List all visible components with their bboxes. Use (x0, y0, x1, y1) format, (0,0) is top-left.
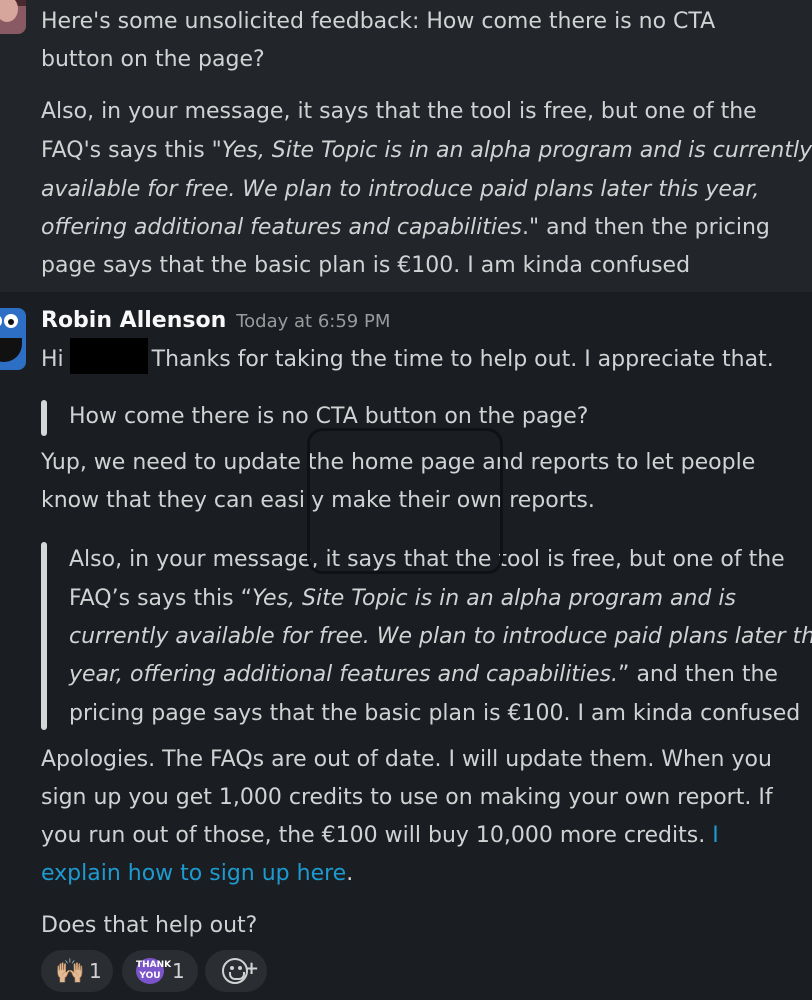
redaction-block (69, 338, 148, 374)
signup-link[interactable]: I (712, 823, 719, 848)
add-reaction-button[interactable]: + (205, 950, 267, 992)
message-text: Does that help out? (41, 913, 258, 938)
sender-avatar[interactable] (0, 308, 26, 370)
reaction-count: 1 (89, 959, 102, 983)
sender-name[interactable]: Robin Allenson (41, 308, 226, 333)
message-text: Here's some unsolicited feedback: How co… (41, 9, 716, 34)
greeting-rest: Thanks for taking the time to help out. … (151, 347, 774, 372)
text-italic: Yes, Site Topic is in an alpha program a… (221, 138, 812, 163)
text-plain: FAQ's says this " (41, 138, 222, 163)
message-text: Apologies. The FAQs are out of date. I w… (41, 747, 772, 772)
message-header: Robin Allenson Today at 6:59 PM (41, 302, 390, 338)
message-text: you run out of those, the €100 will buy … (41, 817, 719, 855)
quote-text: currently available for free. We plan to… (69, 618, 812, 656)
user-avatar[interactable] (0, 0, 26, 34)
text-plain: ” and then the (618, 662, 778, 687)
reaction-count: 1 (172, 959, 185, 983)
message-text: Also, in your message, it says that the … (41, 99, 757, 124)
quote-text: year, offering additional features and c… (69, 656, 778, 694)
add-reaction-icon: + (222, 958, 259, 984)
message-text: offering additional features and capabil… (41, 209, 770, 247)
message-text: Hi Thanks for taking the time to help out… (41, 338, 774, 379)
message-text: sign up you get 1,000 credits to use on … (41, 785, 773, 810)
message-text: available for free. We plan to introduce… (41, 171, 759, 209)
quote-bar (41, 400, 47, 436)
text-italic: year, offering additional features and c… (69, 662, 619, 687)
message-1: Here's some unsolicited feedback: How co… (0, 0, 812, 292)
message-text: button on the page? (41, 47, 265, 72)
message-text: page says that the basic plan is €100. I… (41, 253, 691, 278)
timestamp[interactable]: Today at 6:59 PM (236, 311, 390, 332)
text-italic: offering additional features and capabil… (41, 215, 522, 240)
quote-bar (41, 542, 47, 730)
message-text: explain how to sign up here. (41, 855, 353, 893)
text-plain: you run out of those, the €100 will buy … (41, 823, 706, 848)
quote-text: FAQ’s says this “Yes, Site Topic is in a… (69, 580, 736, 618)
avatar-mouth (0, 338, 22, 362)
avatar-eye (4, 314, 18, 328)
reaction-raised-hands[interactable]: 🙌🏼 1 (41, 950, 113, 992)
thank-you-icon: THANK YOU (136, 958, 171, 984)
avatar-face (0, 0, 18, 22)
annotation-box (307, 428, 503, 574)
text-plain: FAQ’s says this “ (69, 586, 253, 611)
quote-text: pricing page says that the basic plan is… (69, 701, 801, 726)
greeting: Hi (41, 347, 64, 372)
reaction-thank-you[interactable]: THANK YOU 1 (122, 950, 198, 992)
message-text: FAQ's says this "Yes, Site Topic is in a… (41, 132, 812, 170)
text-italic: available for free. We plan to introduce… (41, 177, 760, 202)
text-plain: ." and then the pricing (522, 215, 770, 240)
text-plain: . (346, 861, 354, 886)
raised-hands-icon: 🙌🏼 (55, 957, 85, 985)
text-italic: currently available for free. We plan to… (69, 624, 812, 649)
text-italic: Yes, Site Topic is in an alpha program a… (252, 586, 736, 611)
avatar-eye (0, 314, 2, 328)
signup-link[interactable]: explain how to sign up here (41, 861, 346, 886)
